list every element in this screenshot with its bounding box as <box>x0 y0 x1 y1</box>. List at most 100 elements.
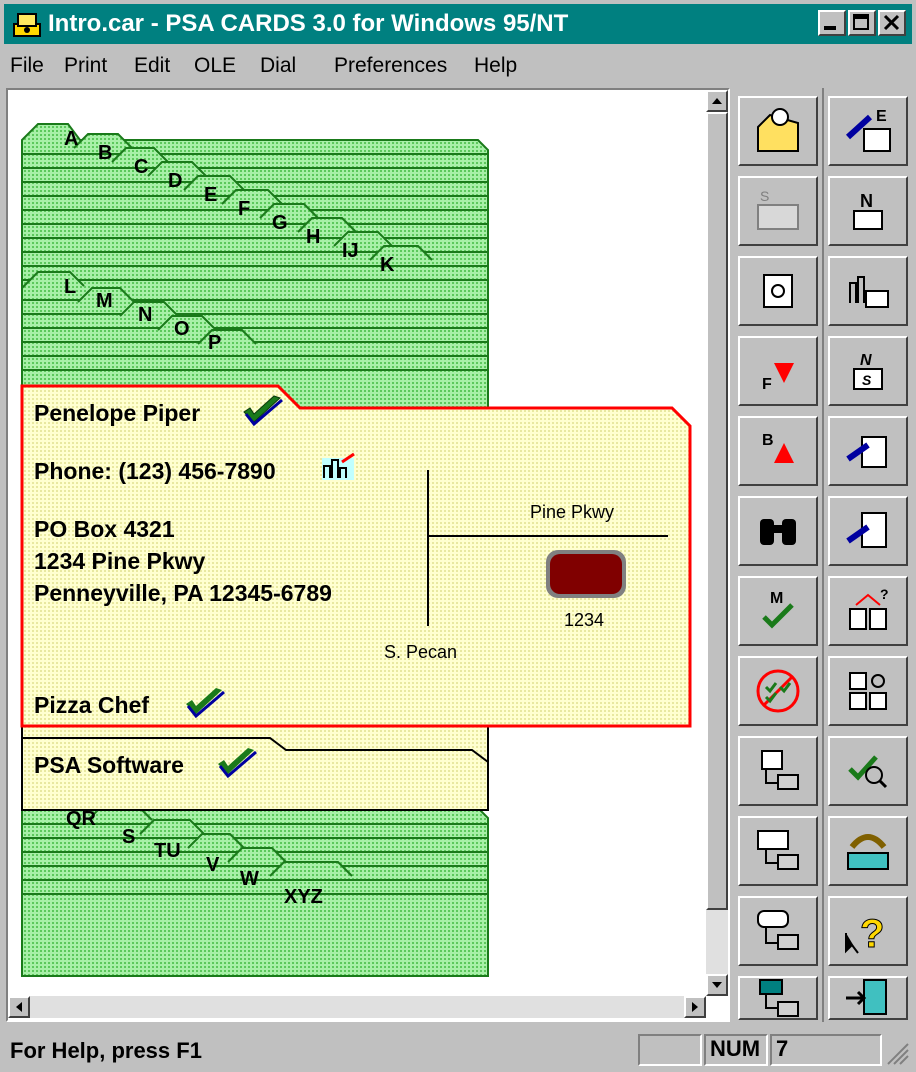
print-card-icon <box>761 750 799 790</box>
tab-h[interactable]: H <box>306 226 320 249</box>
tab-qr[interactable]: QR <box>66 808 96 831</box>
svg-text:N: N <box>860 191 873 211</box>
scroll-right-button[interactable] <box>684 996 706 1018</box>
svg-text:M: M <box>770 590 783 607</box>
svg-text:?: ? <box>860 912 884 956</box>
edit-card-button[interactable]: E <box>828 96 908 166</box>
compare-cards-icon: ? <box>849 586 889 630</box>
dial-phone-button[interactable] <box>828 816 908 886</box>
status-bar: For Help, press F1 NUM 7 <box>4 1030 912 1070</box>
print-book-icon <box>759 979 799 1017</box>
tab-e[interactable]: E <box>204 184 217 207</box>
menu-dial[interactable]: Dial <box>260 54 296 78</box>
tab-p[interactable]: P <box>208 332 221 355</box>
minimize-button[interactable] <box>818 10 846 36</box>
new-card-button[interactable]: N <box>828 176 908 246</box>
svg-text:B: B <box>762 432 774 449</box>
menu-ole[interactable]: OLE <box>194 54 236 78</box>
tab-d[interactable]: D <box>168 170 182 193</box>
find-forward-button[interactable]: F <box>738 336 818 406</box>
tab-f[interactable]: F <box>238 198 250 221</box>
window-title: Intro.car - PSA CARDS 3.0 for Windows 95… <box>48 10 569 37</box>
tab-l[interactable]: L <box>64 276 76 299</box>
help-button[interactable]: ? <box>828 896 908 966</box>
scroll-down-button[interactable] <box>706 974 728 996</box>
save-disabled-icon: S <box>757 188 799 230</box>
tab-tu[interactable]: TU <box>154 840 181 863</box>
dial-phone-icon[interactable] <box>320 452 358 482</box>
find-button[interactable] <box>738 496 818 566</box>
tab-v[interactable]: V <box>206 854 219 877</box>
tab-w[interactable]: W <box>240 868 259 891</box>
vertical-scrollbar[interactable] <box>706 90 728 996</box>
menu-bar: File Print Edit OLE Dial Preferences Hel… <box>4 46 912 86</box>
menu-edit[interactable]: Edit <box>134 54 170 78</box>
menu-preferences[interactable]: Preferences <box>334 54 447 78</box>
arrow-down-icon <box>712 982 722 988</box>
exit-door-icon <box>846 979 887 1015</box>
unmark-all-button[interactable] <box>738 656 818 726</box>
tab-s[interactable]: S <box>122 826 135 849</box>
contact-phone[interactable]: Phone: (123) 456-7890 <box>34 458 276 485</box>
num-lock-indicator: NUM <box>710 1036 761 1061</box>
check-mark-icon <box>243 395 283 426</box>
menu-print[interactable]: Print <box>64 54 107 78</box>
close-icon <box>883 14 900 31</box>
arrow-left-icon <box>16 1002 22 1012</box>
address-line-3: Penneyville, PA 12345-6789 <box>34 580 332 606</box>
contact-name[interactable]: Penelope Piper <box>34 400 200 427</box>
svg-text:N: N <box>860 352 872 369</box>
open-file-button[interactable] <box>738 96 818 166</box>
city-card-button[interactable] <box>828 256 908 326</box>
print-book-button[interactable] <box>738 976 818 1020</box>
resize-grip-icon[interactable] <box>884 1038 910 1066</box>
name-switch-button[interactable]: NS <box>828 336 908 406</box>
print-label-icon <box>757 910 799 950</box>
arrow-up-icon <box>712 98 722 104</box>
search-cards-button[interactable] <box>828 656 908 726</box>
find-backward-button[interactable]: B <box>738 416 818 486</box>
scroll-left-button[interactable] <box>8 996 30 1018</box>
hand-card-icon <box>846 436 887 468</box>
safe-button[interactable] <box>738 256 818 326</box>
tab-xyz[interactable]: XYZ <box>284 886 323 909</box>
tab-o[interactable]: O <box>174 318 190 341</box>
menu-file[interactable]: File <box>10 54 44 78</box>
card-pizza-chef[interactable]: Pizza Chef <box>34 692 149 719</box>
app-icon[interactable] <box>12 10 42 38</box>
hand-document-button[interactable] <box>828 496 908 566</box>
find-backward-icon: B <box>762 432 794 463</box>
print-card-button[interactable] <box>738 736 818 806</box>
status-count: 7 <box>770 1034 882 1066</box>
save-button[interactable]: S <box>738 176 818 246</box>
tab-n[interactable]: N <box>138 304 152 327</box>
tab-m[interactable]: M <box>96 290 113 313</box>
scroll-thumb[interactable] <box>706 112 728 910</box>
house-number: 1234 <box>564 610 605 630</box>
exit-button[interactable] <box>828 976 908 1020</box>
tab-c[interactable]: C <box>134 156 148 179</box>
tab-k[interactable]: K <box>380 254 394 277</box>
tab-g[interactable]: G <box>272 212 288 235</box>
find-check-button[interactable] <box>828 736 908 806</box>
mark-check-icon: M <box>762 590 794 629</box>
map-street-vertical: S. Pecan <box>384 642 458 662</box>
tab-ij[interactable]: IJ <box>342 240 359 263</box>
card-psa-software[interactable]: PSA Software <box>34 752 184 779</box>
print-label-button[interactable] <box>738 896 818 966</box>
mark-button[interactable]: M <box>738 576 818 646</box>
tab-b[interactable]: B <box>98 142 112 165</box>
horizontal-scrollbar[interactable] <box>8 996 706 1018</box>
menu-help[interactable]: Help <box>474 54 517 78</box>
hand-card-button[interactable] <box>828 416 908 486</box>
binoculars-icon <box>760 519 796 545</box>
status-pane-empty <box>638 1034 702 1066</box>
close-button[interactable] <box>878 10 906 36</box>
scroll-up-button[interactable] <box>706 90 728 112</box>
maximize-button[interactable] <box>848 10 876 36</box>
tab-a[interactable]: A <box>64 128 78 151</box>
dial-phone-icon <box>847 834 889 870</box>
print-envelope-button[interactable] <box>738 816 818 886</box>
compare-cards-button[interactable]: ? <box>828 576 908 646</box>
title-bar: Intro.car - PSA CARDS 3.0 for Windows 95… <box>4 4 912 44</box>
